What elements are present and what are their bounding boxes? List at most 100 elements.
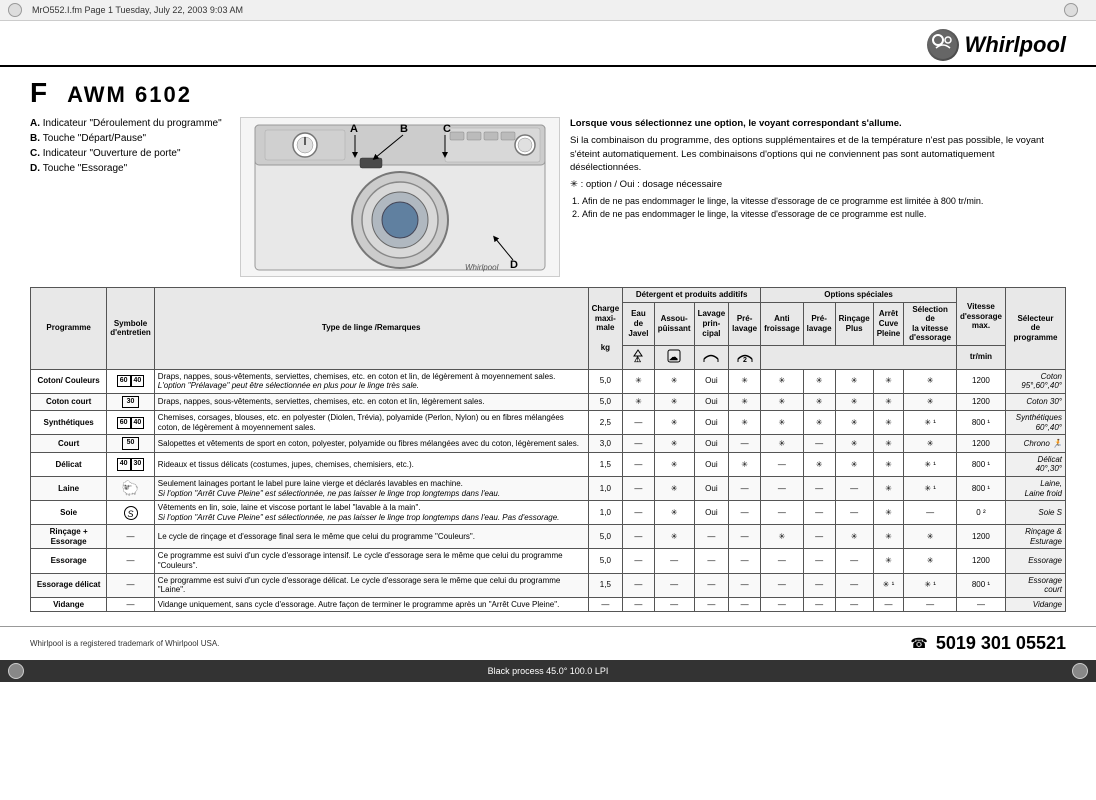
prog-lavage: —	[694, 549, 729, 573]
label-a: A. Indicateur "Déroulement du programme"	[30, 117, 230, 130]
prog-arret-cuve: ✳	[873, 476, 904, 500]
prog-arret-cuve: ✳	[873, 525, 904, 549]
registration-marks-right	[1064, 3, 1078, 17]
page: MrO552.I.fm Page 1 Tuesday, July 22, 200…	[0, 0, 1096, 800]
notes-list: Afin de ne pas endommager le linge, la v…	[570, 195, 1066, 220]
th-assou: Assou-pûissant	[654, 302, 694, 345]
prog-name: Court	[31, 435, 107, 452]
prog-rincage-plus: ✳	[835, 525, 873, 549]
prog-arret-cuve: ✳	[873, 501, 904, 525]
prog-selection: ✳ ¹	[904, 476, 957, 500]
washer-svg: Whirlpool A B C D	[245, 120, 555, 275]
prog-pre: —	[729, 525, 761, 549]
prog-type: Draps, nappes, sous-vêtements, serviette…	[154, 369, 588, 393]
prog-eau-javel: —	[623, 435, 655, 452]
prog-vitesse: 1200	[956, 435, 1005, 452]
th-options-empty	[761, 345, 957, 369]
prog-selection: ✳	[904, 525, 957, 549]
prog-selector: Délicat40°,30°	[1005, 452, 1065, 476]
table-row: Synthétiques 6040 Chemises, corsages, bl…	[31, 411, 1066, 435]
th-charge: Chargemaxi-malekg	[588, 288, 623, 370]
prog-anti-froissage: ✳	[761, 525, 804, 549]
prog-eau-javel: —	[623, 452, 655, 476]
prog-vitesse: 800 ¹	[956, 411, 1005, 435]
prog-type: Salopettes et vêtements de sport en coto…	[154, 435, 588, 452]
th-type: Type de linge /Remarques	[154, 288, 588, 370]
prog-pre-lavage: ✳	[803, 369, 835, 393]
prog-rincage-plus: ✳	[835, 452, 873, 476]
prog-selection: —	[904, 501, 957, 525]
prog-selection: ✳	[904, 549, 957, 573]
trademark-text: Whirlpool is a registered trademark of W…	[30, 639, 219, 648]
prog-name: Synthétiques	[31, 411, 107, 435]
prog-selection: ✳	[904, 393, 957, 410]
prog-pre-lavage: —	[803, 435, 835, 452]
prog-selection: ✳ ¹	[904, 411, 957, 435]
prog-pre: —	[729, 476, 761, 500]
th-assou-icon: ☁	[654, 345, 694, 369]
prog-vitesse: 800 ¹	[956, 476, 1005, 500]
prog-type: Seulement lainages portant le label pure…	[154, 476, 588, 500]
th-vitesse-unit: tr/min	[956, 345, 1005, 369]
prog-eau-javel: ✳	[623, 369, 655, 393]
prog-arret-cuve: ✳	[873, 393, 904, 410]
th-detergent: Détergent et produits additifs	[623, 288, 761, 303]
prog-symbol: —	[107, 573, 155, 597]
prog-selector: Coton95°,60°,40°	[1005, 369, 1065, 393]
prog-pre: ✳	[729, 393, 761, 410]
prog-vitesse: 1200	[956, 525, 1005, 549]
table-row: Rinçage + Essorage — Le cycle de rinçage…	[31, 525, 1066, 549]
prog-pre-lavage: —	[803, 476, 835, 500]
corner-circle-1	[8, 663, 24, 679]
prog-pre: —	[729, 597, 761, 612]
programme-table: Programme Symboled'entretien Type de lin…	[30, 287, 1066, 612]
barcode-area: ☎ 5019 301 05521	[910, 633, 1066, 654]
th-pre-icon: 2	[729, 345, 761, 369]
th-vitesse: Vitessed'essoragemax.	[956, 288, 1005, 346]
prog-name: Essorage délicat	[31, 573, 107, 597]
header: Whirlpool	[0, 21, 1096, 67]
prog-selection: ✳ ¹	[904, 452, 957, 476]
label-d: D. Touche "Essorage"	[30, 162, 230, 175]
reg-circle-2	[1064, 3, 1078, 17]
corner-circle-2	[1072, 663, 1088, 679]
table-row: Laine 🐑 Seulement lainages portant le la…	[31, 476, 1066, 500]
desc-para1: Lorsque vous sélectionnez une option, le…	[570, 117, 1066, 130]
prog-type: Draps, nappes, sous-vêtements, serviette…	[154, 393, 588, 410]
table-row: Essorage — Ce programme est suivi d'un c…	[31, 549, 1066, 573]
prog-eau-javel: —	[623, 597, 655, 612]
prog-vitesse: 800 ¹	[956, 452, 1005, 476]
prog-lavage: Oui	[694, 501, 729, 525]
prog-selection: ✳	[904, 435, 957, 452]
prog-rincage-plus: ✳	[835, 411, 873, 435]
corner-circles-left	[8, 663, 24, 679]
prog-charge: 1,5	[588, 452, 623, 476]
prog-arret-cuve: ✳ ¹	[873, 573, 904, 597]
th-programme: Programme	[31, 288, 107, 370]
th-eau-javel: Eau deJavel	[623, 302, 655, 345]
prog-pre: —	[729, 573, 761, 597]
prog-eau-javel: —	[623, 525, 655, 549]
whirlpool-logo-text: Whirlpool	[965, 32, 1066, 58]
th-rincage-plus: RinçagePlus	[835, 302, 873, 345]
prog-assou: ✳	[654, 501, 694, 525]
title-model: AWM 6102	[67, 82, 192, 108]
prog-symbol: 4030	[107, 452, 155, 476]
top-bar-filename: MrO552.I.fm Page 1 Tuesday, July 22, 200…	[32, 5, 1064, 15]
prog-lavage: Oui	[694, 476, 729, 500]
prog-name: Coton/ Couleurs	[31, 369, 107, 393]
prog-rincage-plus: ✳	[835, 393, 873, 410]
prog-rincage-plus: —	[835, 549, 873, 573]
prog-name: Rinçage + Essorage	[31, 525, 107, 549]
table-row: Coton/ Couleurs 6040 Draps, nappes, sous…	[31, 369, 1066, 393]
prog-lavage: Oui	[694, 435, 729, 452]
prog-anti-froissage: ✳	[761, 369, 804, 393]
very-bottom-bar: Black process 45.0° 100.0 LPI	[0, 660, 1096, 682]
prog-eau-javel: ✳	[623, 393, 655, 410]
prog-assou: —	[654, 573, 694, 597]
prog-lavage: —	[694, 597, 729, 612]
prog-pre-lavage: —	[803, 573, 835, 597]
th-anti-froissage: Antifroissage	[761, 302, 804, 345]
table-row: Essorage délicat — Ce programme est suiv…	[31, 573, 1066, 597]
prog-selector: Synthétiques60°,40°	[1005, 411, 1065, 435]
